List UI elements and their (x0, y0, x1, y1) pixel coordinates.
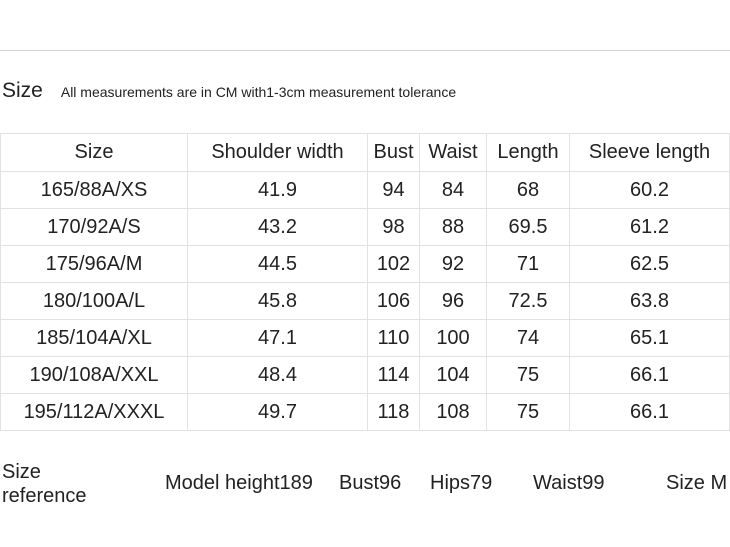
cell-sleeve-length: 62.5 (569, 245, 730, 283)
cell-length: 75 (486, 393, 570, 431)
cell-waist: 104 (419, 356, 487, 394)
cell-bust: 110 (367, 319, 420, 357)
size-chart-table: Size Shoulder width Bust Waist Length Sl… (0, 133, 730, 431)
cell-shoulder-width: 44.5 (187, 245, 368, 283)
model-hips: Hips79 (430, 472, 493, 494)
cell-size: 195/112A/XXXL (0, 393, 188, 431)
cell-waist: 96 (419, 282, 487, 320)
model-height: Model height189 (165, 472, 313, 494)
cell-length: 69.5 (486, 208, 570, 246)
cell-waist: 100 (419, 319, 487, 357)
cell-sleeve-length: 63.8 (569, 282, 730, 320)
cell-sleeve-length: 60.2 (569, 171, 730, 209)
cell-shoulder-width: 45.8 (187, 282, 368, 320)
model-size: Size M (666, 472, 728, 494)
table-row: 185/104A/XL 47.1 110 100 74 65.1 (0, 319, 730, 357)
cell-length: 74 (486, 319, 570, 357)
top-divider (0, 50, 730, 51)
cell-shoulder-width: 47.1 (187, 319, 368, 357)
cell-sleeve-length: 61.2 (569, 208, 730, 246)
size-reference-label: Size reference (2, 460, 87, 508)
cell-size: 185/104A/XL (0, 319, 188, 357)
cell-shoulder-width: 41.9 (187, 171, 368, 209)
cell-waist: 84 (419, 171, 487, 209)
table-row: 195/112A/XXXL 49.7 118 108 75 66.1 (0, 393, 730, 431)
table-row: 180/100A/L 45.8 106 96 72.5 63.8 (0, 282, 730, 320)
cell-bust: 102 (367, 245, 420, 283)
cell-bust: 114 (367, 356, 420, 394)
table-header-row: Size Shoulder width Bust Waist Length Sl… (0, 133, 730, 172)
cell-waist: 108 (419, 393, 487, 431)
size-reference-label-line1: Size (2, 461, 41, 483)
cell-sleeve-length: 66.1 (569, 356, 730, 394)
cell-bust: 118 (367, 393, 420, 431)
header-length: Length (486, 133, 570, 172)
cell-size: 175/96A/M (0, 245, 188, 283)
cell-size: 165/88A/XS (0, 171, 188, 209)
cell-size: 190/108A/XXL (0, 356, 188, 394)
cell-shoulder-width: 49.7 (187, 393, 368, 431)
table-row: 165/88A/XS 41.9 94 84 68 60.2 (0, 171, 730, 209)
size-title: Size (2, 79, 43, 102)
table-row: 175/96A/M 44.5 102 92 71 62.5 (0, 245, 730, 283)
cell-size: 170/92A/S (0, 208, 188, 246)
cell-bust: 106 (367, 282, 420, 320)
header-waist: Waist (419, 133, 487, 172)
cell-waist: 92 (419, 245, 487, 283)
header-size: Size (0, 133, 188, 172)
header-shoulder-width: Shoulder width (187, 133, 368, 172)
size-reference: Size reference Model height189 Bust96 Hi… (2, 460, 730, 510)
cell-size: 180/100A/L (0, 282, 188, 320)
cell-shoulder-width: 43.2 (187, 208, 368, 246)
measurement-note: All measurements are in CM with1-3cm mea… (60, 84, 457, 100)
cell-length: 75 (486, 356, 570, 394)
model-waist: Waist99 (533, 472, 605, 494)
cell-length: 72.5 (486, 282, 570, 320)
cell-waist: 88 (419, 208, 487, 246)
cell-length: 68 (486, 171, 570, 209)
table-row: 170/92A/S 43.2 98 88 69.5 61.2 (0, 208, 730, 246)
table-row: 190/108A/XXL 48.4 114 104 75 66.1 (0, 356, 730, 394)
cell-bust: 98 (367, 208, 420, 246)
header-bust: Bust (367, 133, 420, 172)
cell-bust: 94 (367, 171, 420, 209)
cell-sleeve-length: 66.1 (569, 393, 730, 431)
cell-length: 71 (486, 245, 570, 283)
cell-sleeve-length: 65.1 (569, 319, 730, 357)
header-sleeve-length: Sleeve length (569, 133, 730, 172)
cell-shoulder-width: 48.4 (187, 356, 368, 394)
size-reference-label-line2: reference (2, 485, 87, 507)
model-bust: Bust96 (339, 472, 402, 494)
size-heading: Size All measurements are in CM with1-3c… (2, 79, 456, 103)
